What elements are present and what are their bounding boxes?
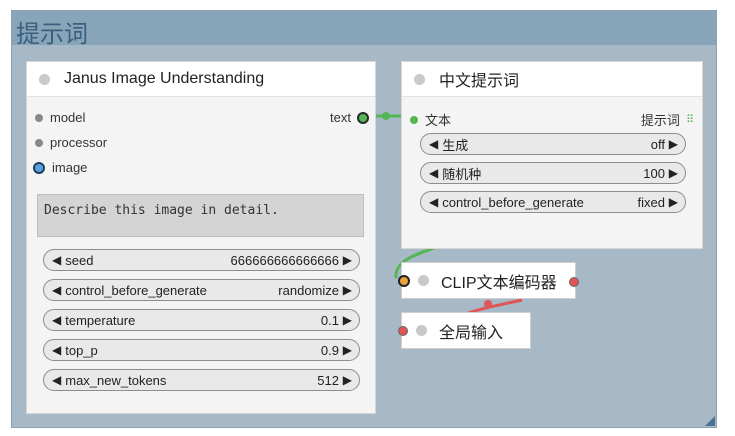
input-processor-label: processor xyxy=(50,135,108,150)
decrement-arrow-icon[interactable]: ◀ xyxy=(52,343,61,357)
increment-arrow-icon[interactable]: ▶ xyxy=(669,166,678,180)
increment-arrow-icon[interactable]: ▶ xyxy=(669,137,678,151)
increment-arrow-icon[interactable]: ▶ xyxy=(343,313,352,327)
chinese-prompt-node-header[interactable]: 中文提示词 xyxy=(402,62,702,97)
collapse-dot-icon[interactable] xyxy=(416,325,427,336)
widget-label: control_before_generate xyxy=(442,194,584,210)
decrement-arrow-icon[interactable]: ◀ xyxy=(52,313,61,327)
max-new-tokens-widget[interactable]: ◀ max_new_tokens 512 ▶ xyxy=(43,369,360,391)
janus-node-title: Janus Image Understanding xyxy=(64,70,265,87)
clip-input-port[interactable] xyxy=(398,274,410,287)
output-text[interactable]: text xyxy=(330,110,369,125)
clip-node-title: CLIP文本编码器 xyxy=(441,274,557,292)
control-before-generate-widget[interactable]: ◀ control_before_generate randomize ▶ xyxy=(43,279,360,301)
decrement-arrow-icon[interactable]: ◀ xyxy=(429,195,438,209)
seed-widget[interactable]: ◀ seed 666666666666666 ▶ xyxy=(43,249,360,271)
clip-text-encoder-node[interactable]: CLIP文本编码器 xyxy=(398,262,579,299)
chinese-prompt-node[interactable]: 中文提示词 文本 提示词 ⠿ ◀ 生成 off ▶ ◀ 随机种 100 ▶ ◀ … xyxy=(401,61,703,249)
widget-label: temperature xyxy=(65,312,136,328)
image-port-dot[interactable] xyxy=(33,161,45,174)
input-port-dot[interactable] xyxy=(35,113,43,122)
global-input-port[interactable] xyxy=(398,325,408,336)
input-text-label: 文本 xyxy=(425,113,452,128)
decrement-arrow-icon[interactable]: ◀ xyxy=(52,253,61,267)
decrement-arrow-icon[interactable]: ◀ xyxy=(52,283,61,297)
widget-value: 100 xyxy=(643,165,665,181)
widget-label: control_before_generate xyxy=(65,282,207,298)
input-image-label: image xyxy=(52,160,88,175)
widget-value: 512 xyxy=(317,372,339,388)
widget-label: top_p xyxy=(65,342,98,358)
widget-label: max_new_tokens xyxy=(65,372,167,388)
collapse-dot-icon[interactable] xyxy=(414,73,425,85)
global-node-title: 全局输入 xyxy=(439,324,504,342)
decrement-arrow-icon[interactable]: ◀ xyxy=(429,137,438,151)
widget-label: 随机种 xyxy=(442,166,482,182)
widget-value: 666666666666666 xyxy=(230,252,339,268)
global-input-node[interactable]: 全局输入 xyxy=(398,312,531,349)
collapse-dot-icon[interactable] xyxy=(39,73,50,85)
janus-node-header[interactable]: Janus Image Understanding xyxy=(27,62,375,97)
widget-label: seed xyxy=(65,252,94,268)
clip-output-port[interactable] xyxy=(569,277,579,287)
decrement-arrow-icon[interactable]: ◀ xyxy=(52,373,61,387)
text-link-midpoint xyxy=(382,112,390,120)
increment-arrow-icon[interactable]: ▶ xyxy=(343,373,352,387)
widget-value: randomize xyxy=(278,282,339,298)
decrement-arrow-icon[interactable]: ◀ xyxy=(429,166,438,180)
increment-arrow-icon[interactable]: ▶ xyxy=(343,343,352,357)
chinese-prompt-node-title: 中文提示词 xyxy=(439,73,520,90)
output-prompt-label: 提示词 xyxy=(640,113,680,128)
janus-image-understanding-node[interactable]: Janus Image Understanding model processo… xyxy=(26,61,376,414)
input-text[interactable]: 文本 xyxy=(410,110,451,129)
output-text-port[interactable] xyxy=(357,111,369,124)
input-model-label: model xyxy=(50,110,86,125)
widget-value: off xyxy=(650,136,665,152)
widget-value: 0.9 xyxy=(320,342,339,358)
output-prompt[interactable]: 提示词 ⠿ xyxy=(641,110,694,129)
temperature-widget[interactable]: ◀ temperature 0.1 ▶ xyxy=(43,309,360,331)
widget-value: 0.1 xyxy=(320,312,339,328)
prompt-textarea[interactable]: Describe this image in detail. xyxy=(37,194,364,237)
widget-label: 生成 xyxy=(442,137,469,153)
random-seed-widget[interactable]: ◀ 随机种 100 ▶ xyxy=(420,162,686,184)
widget-value: fixed xyxy=(637,194,665,210)
clip-output-link-midpoint xyxy=(484,300,492,308)
input-model[interactable]: model xyxy=(35,110,85,125)
generate-widget[interactable]: ◀ 生成 off ▶ xyxy=(420,133,686,155)
control-before-generate-widget[interactable]: ◀ control_before_generate fixed ▶ xyxy=(420,191,686,213)
grid-port-icon[interactable]: ⠿ xyxy=(686,114,694,125)
output-text-label: text xyxy=(330,110,351,125)
input-image[interactable]: image xyxy=(33,160,87,175)
top-p-widget[interactable]: ◀ top_p 0.9 ▶ xyxy=(43,339,360,361)
input-port-dot[interactable] xyxy=(410,115,418,124)
input-processor[interactable]: processor xyxy=(35,135,107,150)
collapse-dot-icon[interactable] xyxy=(418,275,429,286)
input-port-dot[interactable] xyxy=(35,138,43,147)
increment-arrow-icon[interactable]: ▶ xyxy=(669,195,678,209)
increment-arrow-icon[interactable]: ▶ xyxy=(343,253,352,267)
increment-arrow-icon[interactable]: ▶ xyxy=(343,283,352,297)
